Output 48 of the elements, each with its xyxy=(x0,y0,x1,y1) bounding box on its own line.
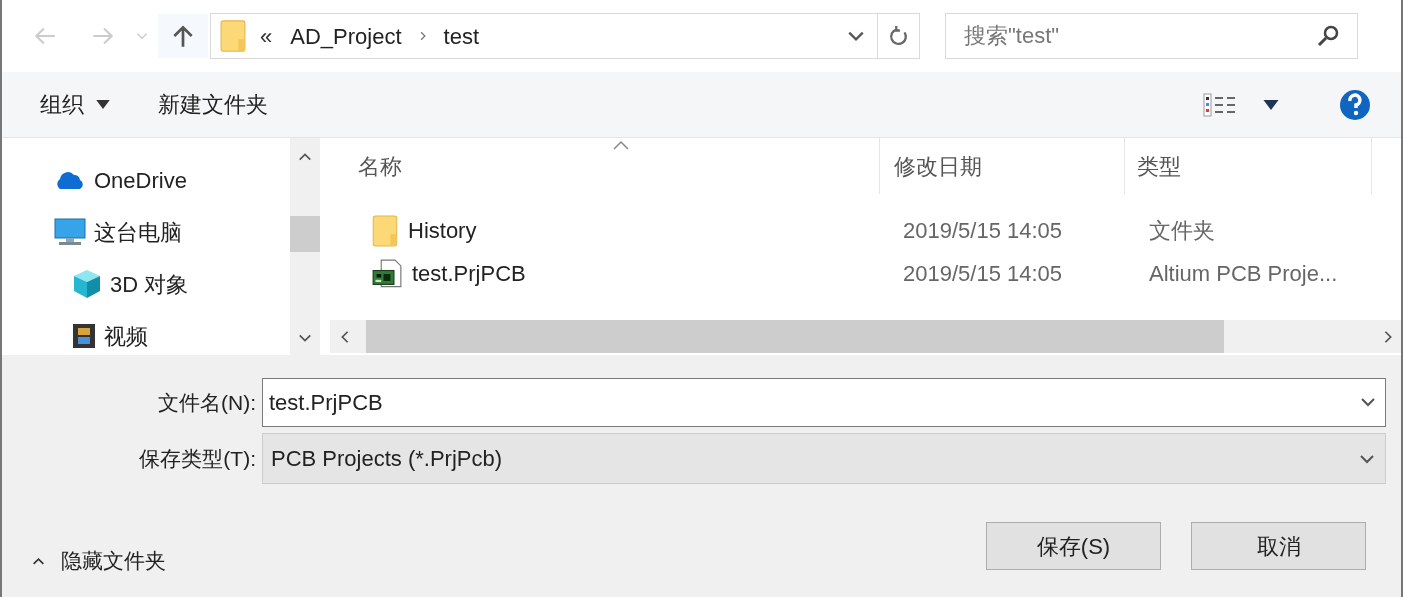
refresh-icon[interactable] xyxy=(887,25,910,47)
cube-icon xyxy=(72,269,102,299)
column-header[interactable]: 名称 xyxy=(330,138,880,194)
cloud-icon xyxy=(54,170,86,190)
save-type-select[interactable]: PCB Projects (*.PrjPcb) xyxy=(262,433,1386,484)
cancel-button[interactable]: 取消 xyxy=(1191,522,1366,570)
sidebar-item[interactable]: 视频 xyxy=(2,310,290,355)
search-field[interactable]: 搜索"test" xyxy=(945,13,1358,59)
caret-icon xyxy=(96,100,110,109)
file-type: 文件夹 xyxy=(1149,218,1215,243)
column-header[interactable]: 类型 xyxy=(1125,138,1372,194)
sidebar-item[interactable]: 这台电脑 xyxy=(2,206,290,258)
sidebar-scrollbar[interactable] xyxy=(290,138,320,355)
search-icon[interactable] xyxy=(1316,24,1340,48)
help-icon[interactable] xyxy=(1339,88,1371,121)
monitor-icon xyxy=(54,218,86,246)
scrollbar-thumb[interactable] xyxy=(290,216,320,252)
file-row[interactable]: test.PrjPCB 2019/5/15 14:05 Altium PCB Proje... xyxy=(330,252,1401,295)
file-type: Altium PCB Proje... xyxy=(1149,261,1338,286)
save-button[interactable]: 保存(S) xyxy=(986,522,1161,570)
file-name-field[interactable]: test.PrjPCB xyxy=(262,378,1386,427)
modified-date: 2019/5/15 14:05 xyxy=(903,261,1063,286)
organize-menu[interactable]: 组织 xyxy=(40,88,110,121)
file-row[interactable]: History 2019/5/15 14:05 文件夹 xyxy=(330,209,1401,252)
overflow-chevron[interactable]: « xyxy=(260,19,273,53)
new-folder-button[interactable]: 新建文件夹 xyxy=(158,88,268,121)
save-type-label: 保存类型(T): xyxy=(138,445,256,472)
film-icon xyxy=(72,323,96,349)
folder-icon xyxy=(220,19,246,53)
hide-folders-toggle[interactable]: 隐藏文件夹 xyxy=(32,545,166,577)
breadcrumb-item[interactable]: AD_Project xyxy=(290,19,402,53)
file-name: History xyxy=(408,217,477,245)
sidebar-item[interactable]: OneDrive xyxy=(2,154,290,206)
sidebar-item[interactable]: 3D 对象 xyxy=(2,258,290,310)
modified-date: 2019/5/15 14:05 xyxy=(903,218,1063,243)
file-name-label: 文件名(N): xyxy=(157,389,256,416)
view-options-icon[interactable] xyxy=(1203,92,1237,117)
caret-icon[interactable] xyxy=(1263,99,1279,110)
scrollbar-thumb[interactable] xyxy=(366,320,1224,353)
pcb-file-icon xyxy=(372,258,402,289)
file-name: test.PrjPCB xyxy=(412,260,526,288)
sort-ascending-icon xyxy=(612,140,630,150)
horizontal-scrollbar[interactable] xyxy=(330,320,1401,353)
breadcrumb-item[interactable]: test xyxy=(443,19,479,53)
folder-icon xyxy=(372,214,398,247)
address-bar[interactable]: « AD_Project test xyxy=(210,13,920,59)
up-button[interactable] xyxy=(158,14,208,58)
column-header[interactable]: 修改日期 xyxy=(880,138,1125,194)
